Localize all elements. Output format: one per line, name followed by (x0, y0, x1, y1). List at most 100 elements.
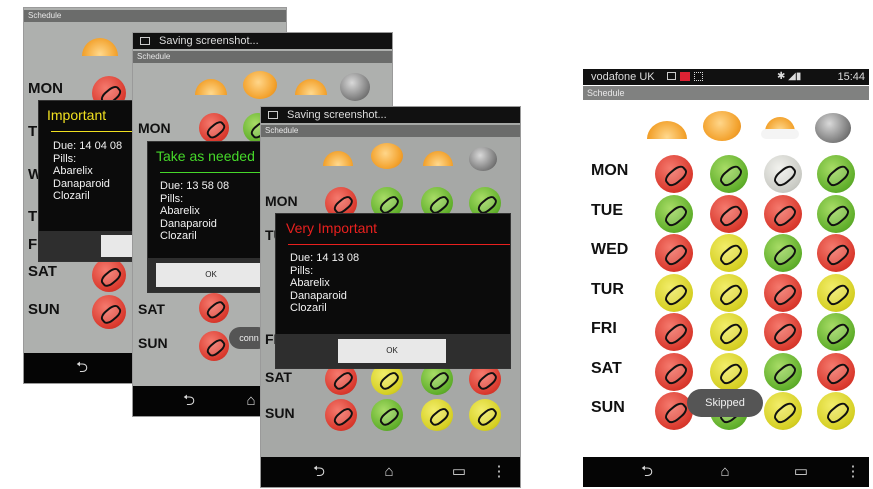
pill-button[interactable] (817, 155, 855, 193)
sun-icon (703, 111, 741, 141)
carrier-text: vodafone UK (591, 71, 655, 83)
day-label-tur: TUR (591, 280, 624, 298)
pill-button[interactable] (764, 234, 802, 272)
pill-button[interactable] (655, 234, 693, 272)
pill-button[interactable] (817, 392, 855, 430)
app-title-bar: Schedule (261, 125, 520, 137)
pill-button[interactable] (199, 113, 229, 143)
pill-button[interactable] (92, 295, 126, 329)
home-icon[interactable]: ⌂ (371, 457, 407, 487)
day-label: SAT (28, 263, 57, 280)
back-icon[interactable]: ⮌ (171, 386, 207, 416)
pills-label: Pills: (290, 264, 314, 277)
day-label: MON (28, 80, 63, 97)
pill-name: Clozaril (53, 190, 90, 202)
pill-button[interactable] (764, 194, 802, 233)
sunrise-icon (323, 151, 353, 166)
ok-button[interactable]: OK (156, 263, 266, 287)
sunrise-icon (82, 38, 118, 56)
dialog-title: Take as needed (156, 148, 255, 164)
pill-button[interactable] (421, 399, 453, 431)
pill-button[interactable] (199, 331, 229, 361)
reminder-dialog: Very Important Due: 14 13 08 Pills: Abar… (275, 213, 511, 369)
pill-name: Abarelix (160, 205, 200, 217)
ok-button[interactable]: OK (338, 339, 446, 363)
menu-icon[interactable]: ⋮ (489, 457, 509, 487)
back-icon[interactable]: ⮌ (64, 353, 100, 383)
signal-battery-icons: ✱ ◢▮ (777, 71, 802, 82)
grid-notification-icon (694, 72, 703, 81)
back-icon[interactable]: ⮌ (301, 457, 337, 487)
day-label: SAT (138, 301, 165, 317)
pill-button[interactable] (817, 234, 855, 272)
phone-screen-schedule: vodafone UK ✱ ◢▮ 15:44 Schedule MON TUE WE… (583, 69, 869, 487)
status-text: Saving screenshot... (287, 109, 387, 121)
dialog-body: Due: 14 13 08 Pills: Abarelix Danaparoid… (290, 252, 359, 315)
pill-button[interactable] (199, 293, 229, 323)
pill-button[interactable] (764, 313, 802, 351)
menu-icon[interactable]: ⋮ (843, 457, 863, 487)
pill-button[interactable] (92, 258, 126, 292)
pill-button[interactable] (710, 234, 748, 272)
pill-button[interactable] (764, 273, 802, 312)
dialog-body: Due: 13 58 08 Pills: Abarelix Danaparoid… (160, 180, 229, 243)
pill-button[interactable] (655, 313, 693, 351)
pill-button[interactable] (655, 273, 693, 312)
pill-button[interactable] (710, 273, 748, 312)
pill-button[interactable] (710, 194, 748, 233)
pill-button[interactable] (817, 194, 855, 233)
notification-icons (667, 72, 705, 82)
pill-button[interactable] (817, 273, 855, 312)
toast-message: Skipped (687, 389, 763, 417)
day-label-sun: SUN (591, 399, 625, 416)
pill-button[interactable] (371, 399, 403, 431)
status-bar: Saving screenshot... (261, 107, 520, 123)
pill-button[interactable] (655, 352, 693, 391)
pill-button[interactable] (817, 313, 855, 351)
home-icon[interactable]: ⌂ (707, 457, 743, 487)
screenshot-icon (667, 72, 676, 80)
pill-button[interactable] (764, 155, 802, 193)
app-title: Schedule (265, 126, 299, 135)
moon-icon (815, 113, 851, 143)
app-notification-icon (680, 72, 690, 81)
day-label: SUN (138, 335, 168, 351)
sun-icon (243, 71, 277, 99)
day-label-mon: MON (591, 162, 629, 179)
status-text: Saving screenshot... (159, 35, 259, 47)
pill-button[interactable] (325, 399, 357, 431)
recents-icon[interactable]: ▭ (441, 457, 477, 487)
back-icon[interactable]: ⮌ (629, 457, 665, 487)
pill-button[interactable] (710, 313, 748, 351)
day-label: MON (265, 193, 298, 209)
dialog-title: Very Important (286, 220, 378, 236)
pill-button[interactable] (710, 155, 748, 193)
app-title: Schedule (28, 11, 62, 20)
screenshot-icon (140, 37, 150, 45)
due-text: Due: 14 04 08 (53, 140, 123, 152)
app-title-bar: Schedule (583, 86, 869, 100)
day-label: T (28, 208, 38, 225)
dialog-title: Important (47, 107, 107, 123)
pill-name: Clozaril (160, 230, 197, 242)
pill-name: Danaparoid (290, 289, 347, 302)
pill-name: Danaparoid (53, 177, 110, 190)
recents-icon[interactable]: ▭ (783, 457, 819, 487)
sun-cloud-icon (295, 79, 327, 95)
app-title: Schedule (587, 88, 625, 98)
app-title: Schedule (137, 52, 171, 61)
pills-label: Pills: (160, 192, 184, 205)
pill-button[interactable] (655, 155, 693, 193)
screenshot-icon (268, 111, 278, 119)
pill-button[interactable] (764, 392, 802, 430)
pill-name: Clozaril (290, 302, 327, 314)
pill-button[interactable] (655, 194, 693, 233)
dialog-body: Due: 14 04 08 Pills: Abarelix Danaparoid… (53, 140, 122, 203)
pill-button[interactable] (469, 399, 501, 431)
pill-button[interactable] (710, 352, 748, 391)
day-label: MON (138, 120, 171, 136)
dialog-divider (288, 244, 510, 245)
pill-button[interactable] (764, 352, 802, 391)
pill-button[interactable] (817, 352, 855, 391)
moon-icon (340, 73, 370, 101)
